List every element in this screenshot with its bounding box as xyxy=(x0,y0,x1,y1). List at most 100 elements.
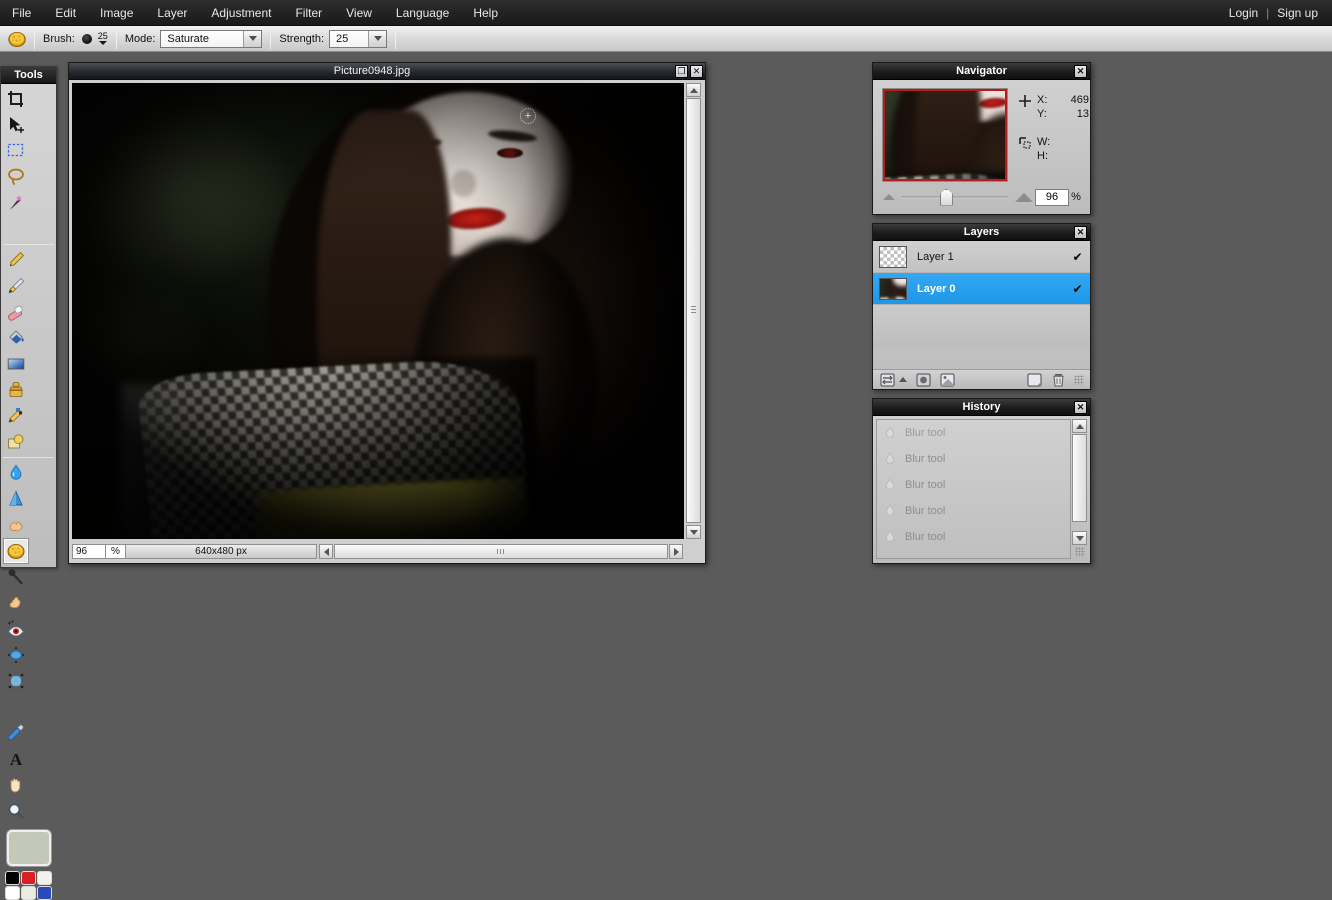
tool-shape[interactable] xyxy=(3,429,29,455)
tool-sharpen[interactable] xyxy=(3,486,29,512)
tool-move[interactable] xyxy=(3,112,29,138)
navigator-panel-title[interactable]: Navigator ✕ xyxy=(873,63,1090,80)
layer-visibility-checkbox[interactable]: ✔ xyxy=(1071,282,1084,296)
layers-panel-title[interactable]: Layers ✕ xyxy=(873,224,1090,241)
close-button[interactable]: ✕ xyxy=(690,64,703,78)
history-scrollbar[interactable] xyxy=(1072,419,1087,559)
image-window-titlebar[interactable]: Picture0948.jpg ❐ ✕ xyxy=(69,63,705,80)
history-item[interactable]: Blur tool xyxy=(877,446,1070,472)
tool-pinch[interactable] xyxy=(3,668,29,694)
navigator-zoom-input[interactable]: 96 xyxy=(1035,188,1069,206)
tool-clone-stamp[interactable] xyxy=(3,377,29,403)
canvas-horizontal-scrollbar[interactable] xyxy=(319,544,683,559)
strength-select[interactable]: 25 xyxy=(329,29,388,48)
tool-eraser[interactable] xyxy=(3,299,29,325)
zoom-slider-track[interactable] xyxy=(901,188,1009,206)
layers-close-button[interactable]: ✕ xyxy=(1074,226,1087,239)
scroll-down-button[interactable] xyxy=(686,525,701,539)
tool-replace-color[interactable] xyxy=(3,403,29,429)
add-mask-icon[interactable] xyxy=(939,372,955,387)
swatch-blue[interactable] xyxy=(36,886,52,900)
menu-item-filter[interactable]: Filter xyxy=(283,2,334,24)
menu-item-help[interactable]: Help xyxy=(461,2,510,24)
tool-sponge[interactable] xyxy=(3,538,29,564)
strength-select-arrow[interactable] xyxy=(368,30,387,47)
history-item[interactable]: Blur tool xyxy=(877,498,1070,524)
swatch-red[interactable] xyxy=(20,871,36,885)
chevron-down-icon[interactable] xyxy=(98,41,107,45)
menu-item-adjustment[interactable]: Adjustment xyxy=(199,2,283,24)
tool-type[interactable]: A xyxy=(3,746,29,772)
layer-row-0[interactable]: Layer 0 ✔ xyxy=(873,273,1090,305)
tool-lasso[interactable] xyxy=(3,164,29,190)
tool-blur[interactable] xyxy=(3,460,29,486)
layer-styles-icon[interactable] xyxy=(915,372,931,387)
scroll-up-button[interactable] xyxy=(686,83,701,97)
login-link[interactable]: Login xyxy=(1223,2,1264,24)
tool-burn[interactable] xyxy=(3,590,29,616)
history-item[interactable]: Blur tool xyxy=(877,524,1070,550)
layer-row-1[interactable]: Layer 1 ✔ xyxy=(873,241,1090,273)
resize-grip-icon[interactable] xyxy=(1074,374,1084,385)
swatch-black[interactable] xyxy=(4,871,20,885)
tool-marquee-select[interactable] xyxy=(3,138,29,164)
menu-item-file[interactable]: File xyxy=(0,2,43,24)
history-item[interactable]: Blur tool xyxy=(877,472,1070,498)
image-canvas[interactable] xyxy=(72,83,684,539)
maximize-button[interactable]: ❐ xyxy=(675,64,688,78)
scroll-left-button[interactable] xyxy=(319,544,333,559)
navigator-thumbnail[interactable] xyxy=(883,89,1007,181)
resize-grip-icon[interactable] xyxy=(1075,547,1085,557)
swatch-offwhite-1[interactable] xyxy=(36,871,52,885)
menu-item-image[interactable]: Image xyxy=(88,2,145,24)
menu-item-view[interactable]: View xyxy=(334,2,384,24)
zoom-slider-knob[interactable] xyxy=(939,188,953,206)
tool-dodge[interactable] xyxy=(3,564,29,590)
tool-brush[interactable] xyxy=(3,273,29,299)
history-close-button[interactable]: ✕ xyxy=(1074,401,1087,414)
tool-zoom[interactable] xyxy=(3,798,29,824)
navigator-close-button[interactable]: ✕ xyxy=(1074,65,1087,78)
tool-eyedropper[interactable] xyxy=(3,720,29,746)
history-scroll-thumb[interactable] xyxy=(1072,434,1087,522)
swatch-offwhite-2[interactable] xyxy=(20,886,36,900)
tool-magic-wand[interactable] xyxy=(3,190,29,216)
history-scroll-down-button[interactable] xyxy=(1072,531,1087,545)
large-mountain-icon[interactable] xyxy=(1015,192,1033,202)
tool-bloat[interactable] xyxy=(3,642,29,668)
mode-select[interactable]: Saturate xyxy=(160,29,263,48)
zoom-percent-input[interactable]: 96 xyxy=(72,544,106,559)
menu-item-language[interactable]: Language xyxy=(384,2,461,24)
tool-gradient[interactable] xyxy=(3,351,29,377)
history-panel-title[interactable]: History ✕ xyxy=(873,399,1090,416)
new-layer-icon[interactable] xyxy=(1026,372,1042,387)
chevron-up-icon[interactable] xyxy=(899,377,907,382)
tool-red-eye[interactable] xyxy=(3,616,29,642)
small-mountain-icon[interactable] xyxy=(883,194,895,200)
menu-item-layer[interactable]: Layer xyxy=(145,2,199,24)
tool-crop[interactable] xyxy=(3,86,29,112)
layer-visibility-checkbox[interactable]: ✔ xyxy=(1071,250,1084,264)
brush-preview-icon[interactable] xyxy=(81,33,92,44)
brush-option-group[interactable]: Brush: 25 xyxy=(35,26,116,51)
tool-pencil[interactable] xyxy=(3,247,29,273)
swatch-white[interactable] xyxy=(4,886,20,900)
scroll-right-button[interactable] xyxy=(669,544,683,559)
layer-properties-icon[interactable] xyxy=(879,372,895,387)
canvas-vertical-scrollbar[interactable] xyxy=(686,83,701,539)
tool-hand[interactable] xyxy=(3,772,29,798)
menu-item-edit[interactable]: Edit xyxy=(43,2,88,24)
mode-select-arrow[interactable] xyxy=(243,30,262,47)
history-item[interactable]: Blur tool xyxy=(877,420,1070,446)
delete-layer-icon[interactable] xyxy=(1050,372,1066,387)
horizontal-scroll-thumb[interactable] xyxy=(334,544,668,559)
tool-smudge[interactable] xyxy=(3,512,29,538)
tool-paint-bucket[interactable] xyxy=(3,325,29,351)
history-scroll-up-button[interactable] xyxy=(1072,419,1087,433)
vertical-scroll-thumb[interactable] xyxy=(686,98,701,523)
foreground-color-swatch[interactable] xyxy=(6,830,51,866)
signup-link[interactable]: Sign up xyxy=(1271,2,1324,24)
red-eye-icon xyxy=(7,620,25,637)
history-list[interactable]: Blur tool Blur tool Blur tool Blur tool … xyxy=(876,419,1071,559)
brush-size-stepper[interactable]: 25 xyxy=(98,32,108,45)
